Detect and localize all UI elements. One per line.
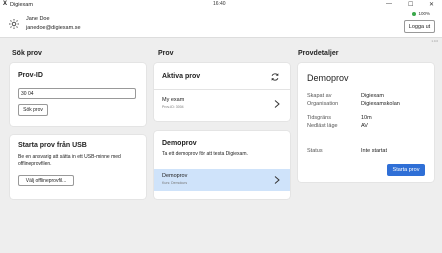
column-title-exams: Prov bbox=[158, 50, 174, 57]
gear-icon[interactable] bbox=[8, 18, 20, 30]
detail-value-status: Inte startat bbox=[361, 148, 387, 154]
detail-label-time-limit: Tidsgräns bbox=[307, 115, 331, 121]
exam-id-input[interactable]: 30 04 bbox=[18, 88, 136, 99]
active-exam-subtitle: Prov-ID: 3004 bbox=[162, 105, 184, 109]
active-exam-item[interactable]: My exam Prov-ID: 3004 bbox=[154, 90, 290, 120]
chevron-right-icon bbox=[274, 176, 280, 184]
clock: 16:40 bbox=[213, 1, 226, 7]
system-status: 100% bbox=[412, 11, 430, 16]
battery-level: 100% bbox=[418, 11, 430, 16]
usb-description: Be en ansvarig att sätta in ett USB-minn… bbox=[18, 154, 121, 167]
demo-card: Demoprov Ta ett demoprov för att testa D… bbox=[154, 131, 290, 199]
app-title: Digiexam bbox=[10, 2, 33, 8]
usb-card: Starta prov från USB Be en ansvarig att … bbox=[10, 135, 146, 199]
refresh-icon[interactable] bbox=[270, 72, 280, 82]
active-exams-card: Aktiva prov My exam Prov-ID: 3004 bbox=[154, 63, 290, 121]
window-titlebar: X Digiexam 16:40 — ☐ ✕ bbox=[0, 0, 442, 10]
maximize-button[interactable]: ☐ bbox=[408, 1, 413, 8]
chevron-right-icon bbox=[274, 100, 280, 108]
usb-card-title: Starta prov från USB bbox=[18, 142, 87, 149]
demo-description: Ta ett demoprov för att testa Digiexam. bbox=[162, 151, 248, 157]
start-exam-button[interactable]: Starta prov bbox=[387, 164, 425, 176]
search-card: Prov-ID 30 04 Sök prov bbox=[10, 63, 146, 126]
close-button[interactable]: ✕ bbox=[429, 1, 434, 8]
detail-label-locked-mode: Nedläst läge bbox=[307, 123, 338, 129]
user-name: Jane Doe bbox=[26, 16, 50, 22]
battery-icon bbox=[412, 11, 417, 16]
demo-exam-title: Demoprov bbox=[162, 173, 188, 179]
detail-value-locked-mode: AV bbox=[361, 123, 368, 129]
detail-label-organisation: Organisation bbox=[307, 101, 339, 107]
detail-value-time-limit: 10m bbox=[361, 115, 372, 121]
detail-label-created-by: Skapat av bbox=[307, 93, 332, 99]
demo-exam-subtitle: Kurs: Demokurs bbox=[162, 181, 188, 185]
column-title-details: Provdetaljer bbox=[298, 50, 339, 57]
column-title-search: Sök prov bbox=[12, 50, 42, 57]
logout-button[interactable]: Logga ut bbox=[404, 20, 435, 33]
active-exam-title: My exam bbox=[162, 97, 185, 103]
choose-offline-file-button[interactable]: Välj offlineprovfil... bbox=[18, 175, 74, 186]
demo-card-title: Demoprov bbox=[162, 140, 197, 147]
app-version: 1.0.0 bbox=[431, 39, 438, 43]
demo-exam-item[interactable]: Demoprov Kurs: Demokurs bbox=[154, 169, 290, 191]
active-exams-title: Aktiva prov bbox=[162, 73, 201, 80]
minimize-button[interactable]: — bbox=[386, 1, 392, 7]
detail-value-created-by: Digiexam bbox=[361, 93, 384, 99]
detail-value-organisation: Digiexamskolan bbox=[361, 101, 400, 107]
exam-details-title: Demoprov bbox=[307, 73, 349, 83]
search-card-title: Prov-ID bbox=[18, 72, 43, 79]
app-header: Jane Doe janedoe@digiexam.se 100% Logga … bbox=[0, 10, 442, 38]
search-exam-button[interactable]: Sök prov bbox=[18, 104, 48, 116]
detail-label-status: Status bbox=[307, 148, 323, 154]
user-email: janedoe@digiexam.se bbox=[26, 25, 81, 31]
app-logo-icon: X bbox=[3, 1, 8, 7]
exam-details-card: Demoprov Skapat av Digiexam Organisation… bbox=[298, 63, 434, 182]
